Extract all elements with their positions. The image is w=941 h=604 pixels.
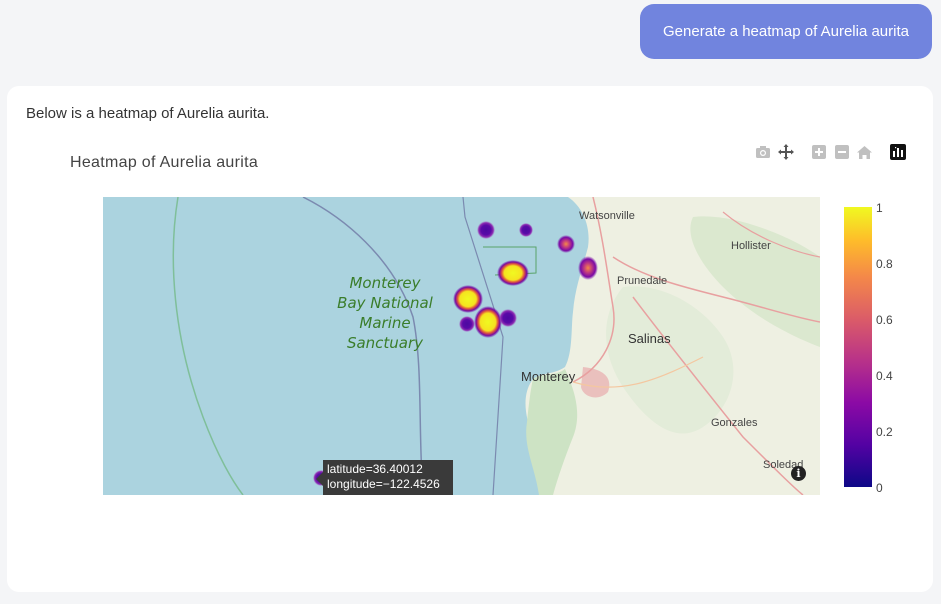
sanctuary-label-line: Marine — [359, 314, 411, 332]
plot-modebar — [751, 142, 909, 162]
tooltip-longitude: longitude=−122.4526 — [327, 477, 440, 491]
city-label-salinas: Salinas — [628, 331, 671, 346]
tooltip-latitude: latitude=36.40012 — [327, 462, 423, 476]
city-label-prunedale: Prunedale — [617, 275, 668, 287]
modebar-spacer — [797, 142, 807, 162]
hotspot — [477, 221, 495, 239]
tooltip-arrow — [316, 472, 323, 486]
response-intro-text: Below is a heatmap of Aurelia aurita. — [26, 105, 270, 122]
colorbar-tick: 1 — [876, 201, 883, 215]
attribution-info-icon[interactable]: i — [791, 466, 806, 481]
heatmap-map[interactable]: Monterey Bay National Marine Sanctuary W… — [103, 197, 820, 495]
zoom-out-icon[interactable] — [830, 142, 853, 162]
hotspot — [499, 309, 517, 327]
pan-icon[interactable] — [774, 142, 797, 162]
city-label-watsonville: Watsonville — [579, 210, 635, 222]
user-message-bubble: Generate a heatmap of Aurelia aurita — [640, 4, 932, 59]
plotly-logo-icon[interactable] — [886, 142, 909, 162]
colorbar-tick: 0.2 — [876, 425, 893, 439]
city-label-monterey: Monterey — [521, 369, 576, 384]
hotspot — [497, 260, 529, 286]
hotspot — [459, 316, 475, 332]
hover-tooltip: latitude=36.40012 longitude=−122.4526 — [323, 460, 453, 495]
map-canvas — [103, 197, 820, 495]
sanctuary-label-line: Bay National — [337, 294, 433, 312]
hotspot — [578, 256, 598, 280]
camera-icon[interactable] — [751, 142, 774, 162]
hotspot — [453, 285, 483, 313]
modebar-spacer-2 — [876, 142, 886, 162]
assistant-response-card: Below is a heatmap of Aurelia aurita. He… — [7, 86, 933, 592]
colorbar-tick: 0.6 — [876, 313, 893, 327]
home-icon[interactable] — [853, 142, 876, 162]
hotspot — [557, 235, 575, 253]
colorbar — [844, 207, 872, 487]
hotspot — [474, 306, 502, 338]
user-message-text: Generate a heatmap of Aurelia aurita — [663, 23, 909, 40]
plot-title: Heatmap of Aurelia aurita — [70, 154, 259, 171]
zoom-in-icon[interactable] — [807, 142, 830, 162]
city-label-gonzales: Gonzales — [711, 417, 758, 429]
colorbar-tick: 0.4 — [876, 369, 893, 383]
hotspot — [519, 223, 533, 237]
colorbar-tick: 0 — [876, 481, 883, 495]
sanctuary-label: Monterey Bay National Marine Sanctuary — [335, 273, 435, 353]
city-label-hollister: Hollister — [731, 240, 771, 252]
sanctuary-label-line: Monterey — [349, 274, 421, 292]
sanctuary-label-line: Sanctuary — [346, 334, 424, 352]
colorbar-tick: 0.8 — [876, 257, 893, 271]
